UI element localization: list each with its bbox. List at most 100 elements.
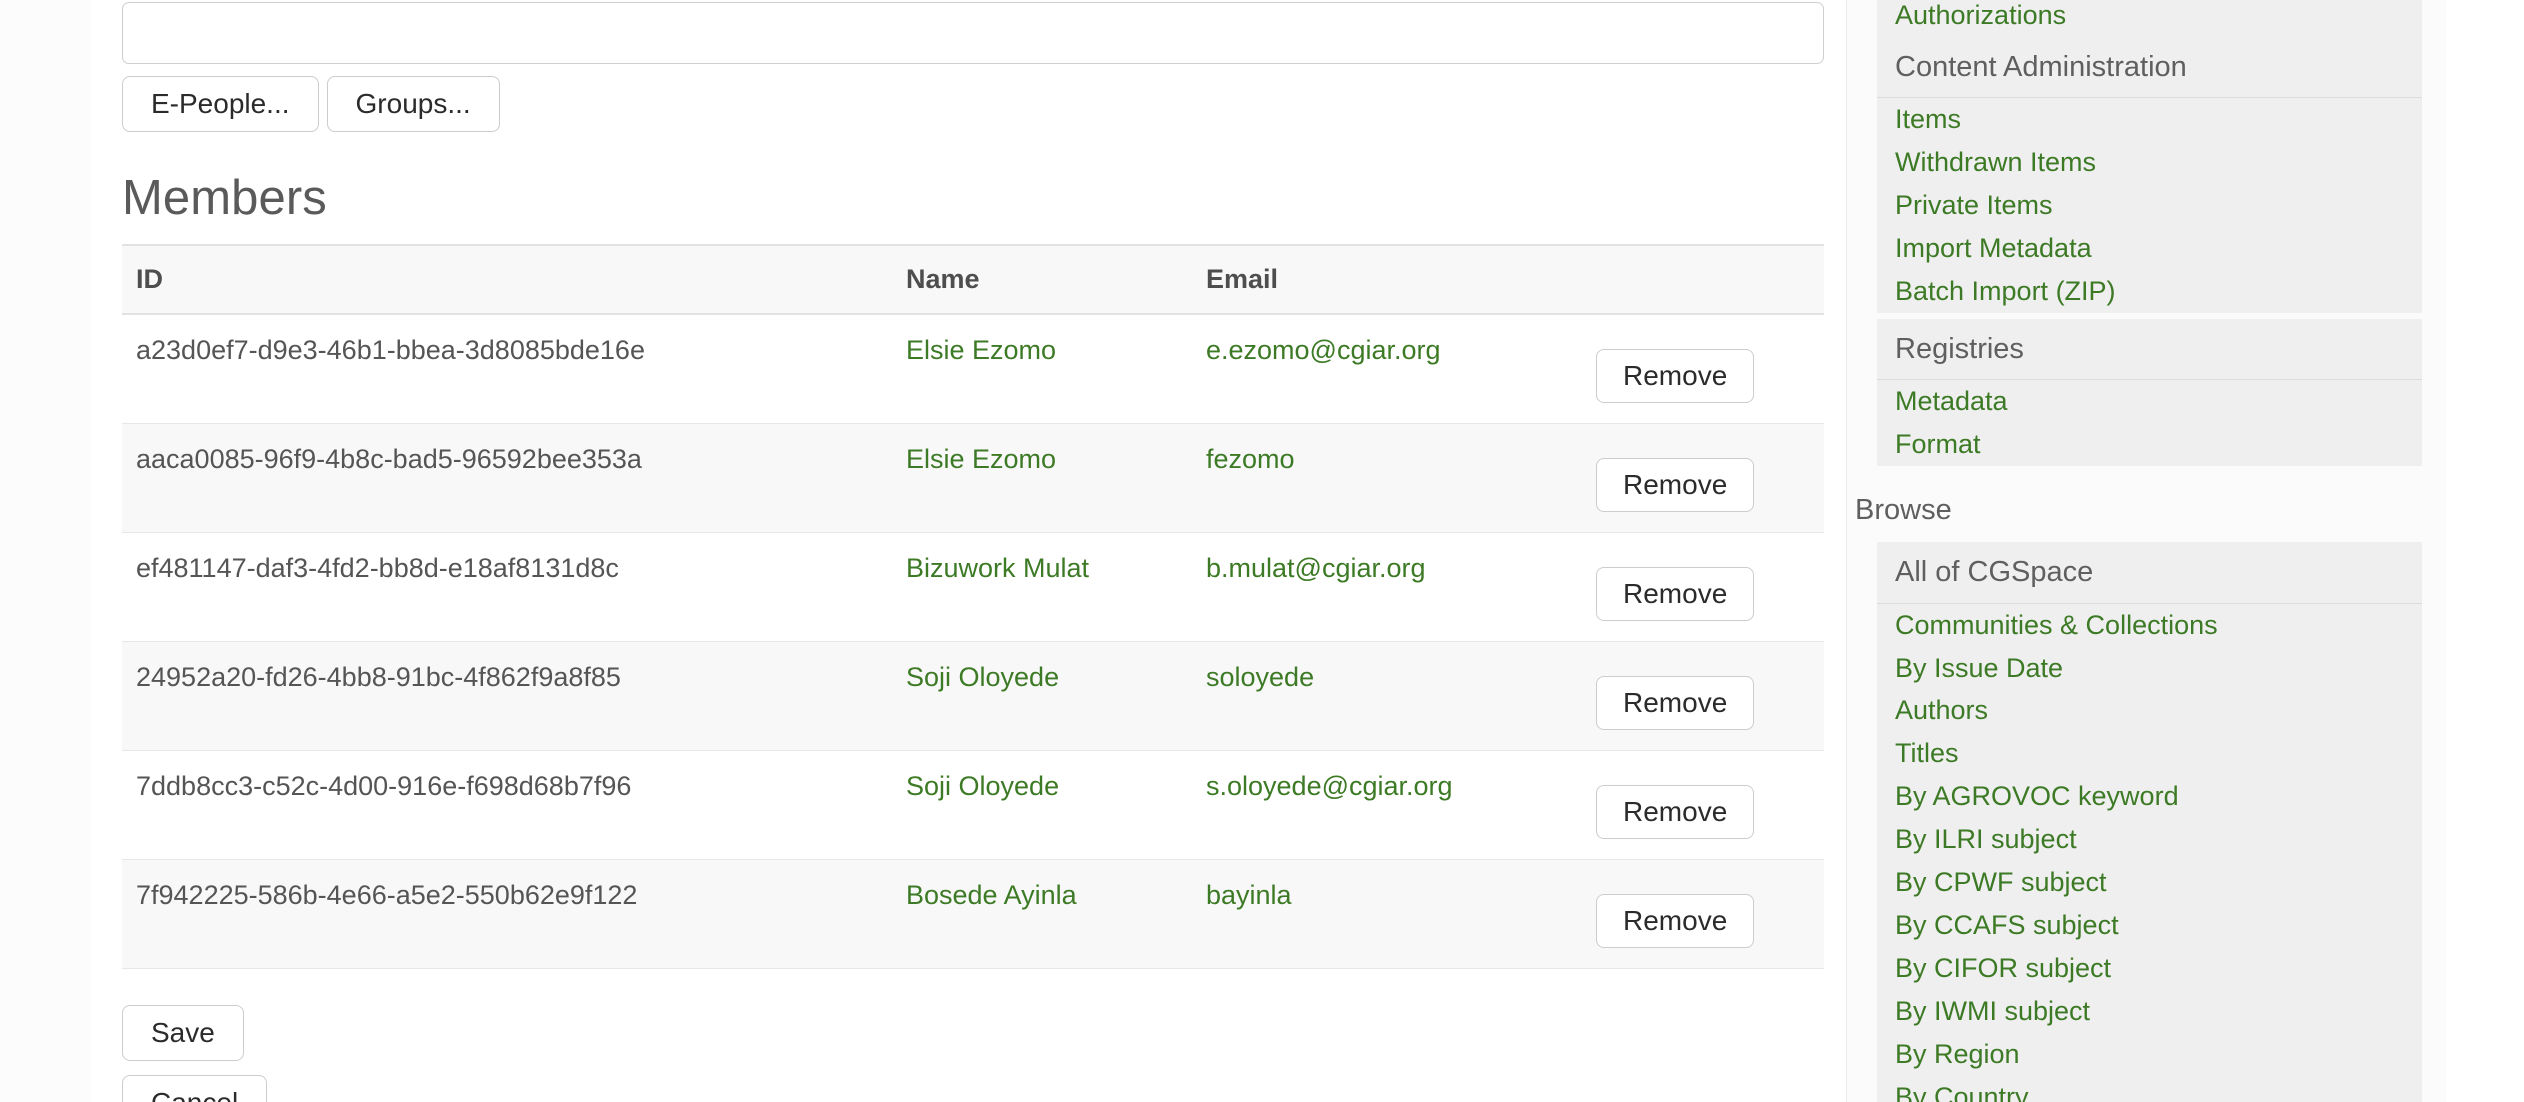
table-row: 7ddb8cc3-c52c-4d00-916e-f698d68b7f96 Soji…: [122, 750, 1824, 861]
page-root: E-People... Groups... Members ID Name Em…: [0, 0, 2524, 1102]
list-item: Metadata: [1877, 380, 2422, 423]
groups-button[interactable]: Groups...: [326, 76, 500, 133]
sidebar-item-authorizations[interactable]: Authorizations: [1877, 0, 2422, 37]
list-item: By CPWF subject: [1877, 861, 2422, 904]
sidebar-item-by-agrovoc-keyword[interactable]: By AGROVOC keyword: [1877, 775, 2422, 818]
cell-name: Bizuwork Mulat: [892, 532, 1192, 643]
sidebar-panel-all-of-cgspace: All of CGSpace Communities & Collections B…: [1877, 542, 2422, 1102]
list-item: By CCAFS subject: [1877, 904, 2422, 947]
table-header-row: ID Name Email: [122, 244, 1824, 316]
cell-name: Bosede Ayinla: [892, 859, 1192, 970]
member-email-link[interactable]: b.mulat@cgiar.org: [1206, 553, 1426, 583]
sidebar-item-by-cifor-subject[interactable]: By CIFOR subject: [1877, 947, 2422, 990]
sidebar-nav-groups: Content Administration Items Withdrawn Ite…: [1847, 37, 2446, 1102]
sidebar-item-titles[interactable]: Titles: [1877, 732, 2422, 775]
member-email-link[interactable]: soloyede: [1206, 662, 1314, 692]
sidebar-section-heading-content-administration: Content Administration: [1877, 37, 2422, 99]
sidebar-section-heading-all-of-cgspace: All of CGSpace: [1877, 542, 2422, 604]
members-table: ID Name Email a23d0ef7-d9e3-46b1-bbea-3d…: [122, 244, 1824, 970]
cell-email: b.mulat@cgiar.org: [1192, 532, 1582, 643]
member-email-link[interactable]: bayinla: [1206, 880, 1292, 910]
member-email-link[interactable]: s.oloyede@cgiar.org: [1206, 771, 1453, 801]
cell-action: Remove: [1582, 859, 1824, 970]
sidebar-inner: Authorizations Content Administration Ite…: [1847, 0, 2446, 1102]
column-header-name: Name: [892, 244, 1192, 316]
sidebar-item-by-cpwf-subject[interactable]: By CPWF subject: [1877, 861, 2422, 904]
member-email-link[interactable]: e.ezomo@cgiar.org: [1206, 335, 1441, 365]
sidebar-item-authors[interactable]: Authors: [1877, 689, 2422, 732]
remove-member-button[interactable]: Remove: [1596, 458, 1755, 513]
member-name-link[interactable]: Soji Oloyede: [906, 771, 1059, 801]
cell-id: 7ddb8cc3-c52c-4d00-916e-f698d68b7f96: [122, 750, 892, 861]
cell-id: aaca0085-96f9-4b8c-bad5-96592bee353a: [122, 423, 892, 534]
member-email-link[interactable]: fezomo: [1206, 444, 1295, 474]
table-row: aaca0085-96f9-4b8c-bad5-96592bee353a Elsi…: [122, 423, 1824, 534]
form-footer-actions: Save Cancel: [122, 1005, 1846, 1102]
epeople-button[interactable]: E-People...: [122, 76, 319, 133]
cell-action: Remove: [1582, 314, 1824, 425]
cell-action: Remove: [1582, 532, 1824, 643]
remove-member-button[interactable]: Remove: [1596, 785, 1755, 840]
list-item: Batch Import (ZIP): [1877, 270, 2422, 313]
sidebar-list-content-administration: Items Withdrawn Items Private Items Import …: [1877, 98, 2422, 313]
right-sidebar: Authorizations Content Administration Ite…: [1846, 0, 2446, 1102]
remove-member-button[interactable]: Remove: [1596, 676, 1755, 731]
sidebar-link-authorizations[interactable]: Authorizations: [1877, 0, 2422, 37]
sidebar-panel-registries: Registries Metadata Format: [1877, 318, 2422, 467]
sidebar-item-items[interactable]: Items: [1877, 98, 2422, 141]
cell-name: Soji Oloyede: [892, 641, 1192, 752]
cell-name: Elsie Ezomo: [892, 423, 1192, 534]
lookup-button-row: E-People... Groups...: [122, 76, 1816, 133]
cell-id: ef481147-daf3-4fd2-bb8d-e18af8131d8c: [122, 532, 892, 643]
cell-email: bayinla: [1192, 859, 1582, 970]
table-row: ef481147-daf3-4fd2-bb8d-e18af8131d8c Bizu…: [122, 532, 1824, 643]
cell-email: s.oloyede@cgiar.org: [1192, 750, 1582, 861]
list-item: Withdrawn Items: [1877, 141, 2422, 184]
group-edit-form: E-People... Groups...: [90, 2, 1846, 133]
save-button[interactable]: Save: [122, 1005, 244, 1062]
member-name-link[interactable]: Elsie Ezomo: [906, 335, 1056, 365]
sidebar-item-withdrawn-items[interactable]: Withdrawn Items: [1877, 141, 2422, 184]
list-item: By Country: [1877, 1076, 2422, 1102]
group-name-input[interactable]: [122, 2, 1824, 64]
sidebar-item-format[interactable]: Format: [1877, 423, 2422, 466]
members-table-wrapper: ID Name Email a23d0ef7-d9e3-46b1-bbea-3d…: [122, 244, 1824, 970]
sidebar-item-by-region[interactable]: By Region: [1877, 1033, 2422, 1076]
member-name-link[interactable]: Bizuwork Mulat: [906, 553, 1089, 583]
list-item: By CIFOR subject: [1877, 947, 2422, 990]
sidebar-item-by-ccafs-subject[interactable]: By CCAFS subject: [1877, 904, 2422, 947]
remove-member-button[interactable]: Remove: [1596, 894, 1755, 949]
remove-member-button[interactable]: Remove: [1596, 567, 1755, 622]
cell-name: Elsie Ezomo: [892, 314, 1192, 425]
main-content: E-People... Groups... Members ID Name Em…: [90, 0, 1846, 1102]
sidebar-item-communities-collections[interactable]: Communities & Collections: [1877, 604, 2422, 647]
column-header-action: [1582, 244, 1824, 316]
cell-action: Remove: [1582, 641, 1824, 752]
sidebar-item-by-iwmi-subject[interactable]: By IWMI subject: [1877, 990, 2422, 1033]
member-name-link[interactable]: Bosede Ayinla: [906, 880, 1077, 910]
member-name-link[interactable]: Soji Oloyede: [906, 662, 1059, 692]
cell-id: 7f942225-586b-4e66-a5e2-550b62e9f122: [122, 859, 892, 970]
sidebar-item-import-metadata[interactable]: Import Metadata: [1877, 227, 2422, 270]
list-item: Communities & Collections: [1877, 604, 2422, 647]
remove-member-button[interactable]: Remove: [1596, 349, 1755, 404]
table-row: 24952a20-fd26-4bb8-91bc-4f862f9a8f85 Soji…: [122, 641, 1824, 752]
sidebar-list-registries: Metadata Format: [1877, 380, 2422, 467]
sidebar-item-private-items[interactable]: Private Items: [1877, 184, 2422, 227]
sidebar-item-by-country[interactable]: By Country: [1877, 1076, 2422, 1102]
member-name-link[interactable]: Elsie Ezomo: [906, 444, 1056, 474]
sidebar-item-batch-import-zip[interactable]: Batch Import (ZIP): [1877, 270, 2422, 313]
cancel-button[interactable]: Cancel: [122, 1075, 268, 1102]
sidebar-item-by-ilri-subject[interactable]: By ILRI subject: [1877, 818, 2422, 861]
members-table-head: ID Name Email: [122, 244, 1824, 316]
list-item: By AGROVOC keyword: [1877, 775, 2422, 818]
list-item: By Region: [1877, 1033, 2422, 1076]
list-item: Authors: [1877, 689, 2422, 732]
members-table-body: a23d0ef7-d9e3-46b1-bbea-3d8085bde16e Elsi…: [122, 314, 1824, 970]
list-item: Private Items: [1877, 184, 2422, 227]
sidebar-item-by-issue-date[interactable]: By Issue Date: [1877, 647, 2422, 690]
sidebar-section-heading-browse: Browse: [1855, 494, 1952, 527]
sidebar-list-all-of-cgspace: Communities & Collections By Issue Date Au…: [1877, 603, 2422, 1102]
sidebar-item-metadata[interactable]: Metadata: [1877, 380, 2422, 423]
